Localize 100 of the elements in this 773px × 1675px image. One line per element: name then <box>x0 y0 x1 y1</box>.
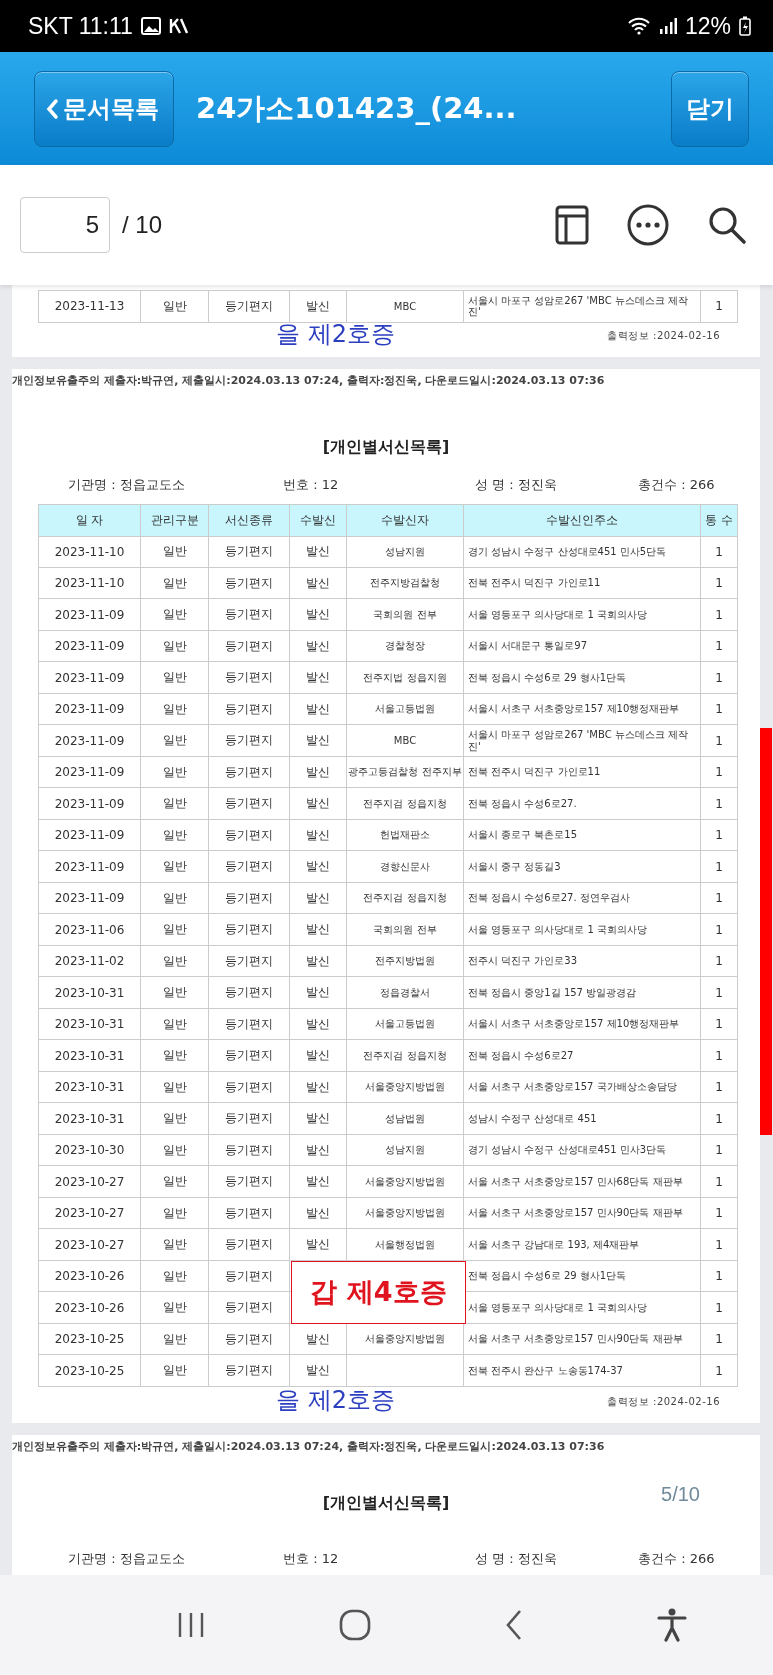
table-cell: 2023-10-27 <box>39 1229 141 1261</box>
table-cell: 2023-10-31 <box>39 1103 141 1135</box>
table-cell: 경기 성남시 수정구 산성대로451 민사3단독 <box>464 1134 701 1167</box>
info-text: 기관명 : 정읍교도소 <box>68 475 186 494</box>
table-cell: 발신 <box>290 914 347 946</box>
info-text: 번호 : 12 <box>283 475 340 494</box>
table-cell: 1 <box>701 693 738 726</box>
info-text: 성 명 : 정진욱 <box>475 475 558 494</box>
table-cell: 발신 <box>290 756 347 789</box>
table-cell: 등기편지 <box>209 662 290 694</box>
info-text: 총건수 : 266 <box>638 1550 716 1569</box>
table-cell: 등기편지 <box>209 882 290 915</box>
table-cell: 일반 <box>141 1323 209 1356</box>
back-button[interactable]: 문서목록 <box>34 70 174 147</box>
table-cell: 서울시 중구 정동길3 <box>464 851 701 883</box>
table-cell: 발신 <box>290 1040 347 1072</box>
table-cell: 헌법재판소 <box>347 819 464 852</box>
table-cell: 경찰청장 <box>347 630 464 663</box>
exhibit-label: 갑 제4호증 <box>291 1260 466 1324</box>
info-text: 번호 : 12 <box>283 1550 340 1569</box>
table-cell: 1 <box>701 1292 738 1324</box>
table-cell: 서울시 종로구 북촌로15 <box>464 819 701 852</box>
table-cell: 등기편지 <box>209 977 290 1009</box>
table-cell: 일반 <box>141 1040 209 1072</box>
table-cell: 2023-11-09 <box>39 819 141 852</box>
output-info: 출력정보 :2024-02-16 <box>607 1394 720 1409</box>
table-cell: 1 <box>701 536 738 568</box>
page-number-field[interactable]: 5 <box>20 197 110 253</box>
table-cell: 1 <box>701 725 738 757</box>
table-cell: 전북 정읍시 수성6로27. <box>464 788 701 820</box>
table-cell: 등기편지 <box>209 1260 290 1293</box>
table-cell: 일반 <box>141 977 209 1009</box>
table-cell: 1 <box>701 1260 738 1293</box>
table-cell: 등기편지 <box>209 914 290 946</box>
table-cell: 성남지원 <box>347 1134 464 1167</box>
table-cell: 등기편지 <box>209 1008 290 1041</box>
table-cell: 2023-11-09 <box>39 662 141 694</box>
table-cell: 일반 <box>141 1103 209 1135</box>
table-cell: 1 <box>701 1323 738 1356</box>
table-cell: 일반 <box>141 1355 209 1387</box>
table-cell: 발신 <box>290 567 347 600</box>
table-cell: 등기편지 <box>209 1166 290 1198</box>
table-cell: 일반 <box>141 819 209 852</box>
close-button[interactable]: 닫기 <box>671 70 749 147</box>
table-cell: 2023-11-09 <box>39 788 141 820</box>
table-cell: 등기편지 <box>209 1103 290 1135</box>
table-cell: 2023-10-27 <box>39 1197 141 1230</box>
table-cell: 발신 <box>290 725 347 757</box>
table-cell: 서울시 서대문구 통일로97 <box>464 630 701 663</box>
table-cell: 1 <box>701 1071 738 1104</box>
table-cell: 등기편지 <box>209 536 290 568</box>
table-cell: 서울 영등포구 의사당대로 1 국회의사당 <box>464 599 701 631</box>
table-cell: 1 <box>701 1229 738 1261</box>
table-cell: 2023-11-10 <box>39 536 141 568</box>
table-cell: 발신 <box>290 1166 347 1198</box>
table-cell: 등기편지 <box>209 1229 290 1261</box>
table-cell: 발신 <box>290 1071 347 1104</box>
table-cell: 2023-10-27 <box>39 1166 141 1198</box>
table-cell: 2023-10-26 <box>39 1260 141 1293</box>
table-cell: 등기편지 <box>209 1040 290 1072</box>
table-cell: 발신 <box>290 945 347 978</box>
table-cell: 발신 <box>290 1229 347 1261</box>
table-cell: 2023-11-13 <box>39 291 141 323</box>
table-cell: 일반 <box>141 630 209 663</box>
table-cell: 2023-10-26 <box>39 1292 141 1324</box>
table-cell: 등기편지 <box>209 851 290 883</box>
table-cell: 서울시 서초구 서초중앙로157 제10행정재판부 <box>464 693 701 726</box>
table-cell: 등기편지 <box>209 1134 290 1167</box>
table-cell: 경기 성남시 수정구 산성대로451 민사5단독 <box>464 536 701 568</box>
table-cell: 2023-10-31 <box>39 1040 141 1072</box>
table-cell: 전북 정읍시 중앙1길 157 방일광경감 <box>464 977 701 1009</box>
table-cell: 국회의원 전부 <box>347 599 464 631</box>
table-cell: 발신 <box>290 536 347 568</box>
table-cell: 발신 <box>290 599 347 631</box>
table-cell: 1 <box>701 788 738 820</box>
table-cell: 2023-10-30 <box>39 1134 141 1167</box>
table-cell: 1 <box>701 1355 738 1387</box>
table-cell: 서울 서초구 서초중앙로157 민사90단독 재판부 <box>464 1323 701 1356</box>
table-cell: 1 <box>701 1008 738 1041</box>
table-cell: 발신 <box>290 1197 347 1230</box>
table-cell: 서울시 서초구 서초중앙로157 제10행정재판부 <box>464 1008 701 1041</box>
table-cell: 1 <box>701 756 738 789</box>
table-cell: 일반 <box>141 1292 209 1324</box>
table-cell: 1 <box>701 914 738 946</box>
table-cell: 광주고등검찰청 전주지부 <box>347 756 464 789</box>
table-cell: 등기편지 <box>209 599 290 631</box>
table-cell: 등기편지 <box>209 1197 290 1230</box>
document-title: 24가소101423_(24... <box>196 89 517 127</box>
table-cell: 서울 서초구 서초중앙로157 국가배상소송담당 <box>464 1071 701 1104</box>
table-cell: 일반 <box>141 662 209 694</box>
table-cell: 일반 <box>141 882 209 915</box>
column-header: 일 자 <box>39 504 141 537</box>
info-text: 성 명 : 정진욱 <box>475 1550 558 1569</box>
table-cell: 서울행정법원 <box>347 1229 464 1261</box>
output-info: 출력정보 :2024-02-16 <box>607 328 720 343</box>
table-cell: 1 <box>701 630 738 663</box>
column-header: 수발신자 <box>347 504 464 537</box>
table-cell: 일반 <box>141 1260 209 1293</box>
column-header: 서신종류 <box>209 504 290 537</box>
info-text: 총건수 : 266 <box>638 475 716 494</box>
